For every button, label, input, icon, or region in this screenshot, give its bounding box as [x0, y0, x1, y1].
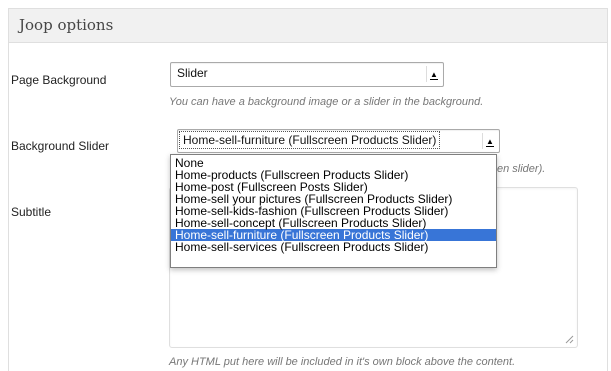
subtitle-description: Any HTML put here will be included in it…: [169, 356, 516, 368]
background-slider-description: en slider).: [497, 163, 546, 175]
page-background-label: Page Background: [11, 73, 107, 87]
page-background-select[interactable]: Slider ▲: [170, 62, 444, 87]
subtitle-label: Subtitle: [11, 205, 52, 219]
panel-title: Joop options: [19, 16, 114, 34]
dropdown-option[interactable]: Home-sell-services (Fullscreen Products …: [171, 241, 496, 253]
background-slider-dropdown[interactable]: None Home-products (Fullscreen Products …: [170, 154, 497, 268]
resize-grip-icon[interactable]: [565, 335, 574, 344]
background-slider-selected-value: Home-sell-furniture (Fullscreen Products…: [178, 131, 441, 149]
background-slider-label: Background Slider: [11, 139, 110, 153]
chevron-down-icon[interactable]: ▲: [426, 66, 441, 82]
chevron-down-icon[interactable]: ▲: [482, 133, 497, 149]
page-background-selected-value: Slider: [177, 66, 208, 80]
background-slider-select[interactable]: Home-sell-furniture (Fullscreen Products…: [177, 129, 500, 153]
page-background-description: You can have a background image or a sli…: [169, 96, 484, 108]
panel-header: Joop options: [9, 9, 607, 43]
